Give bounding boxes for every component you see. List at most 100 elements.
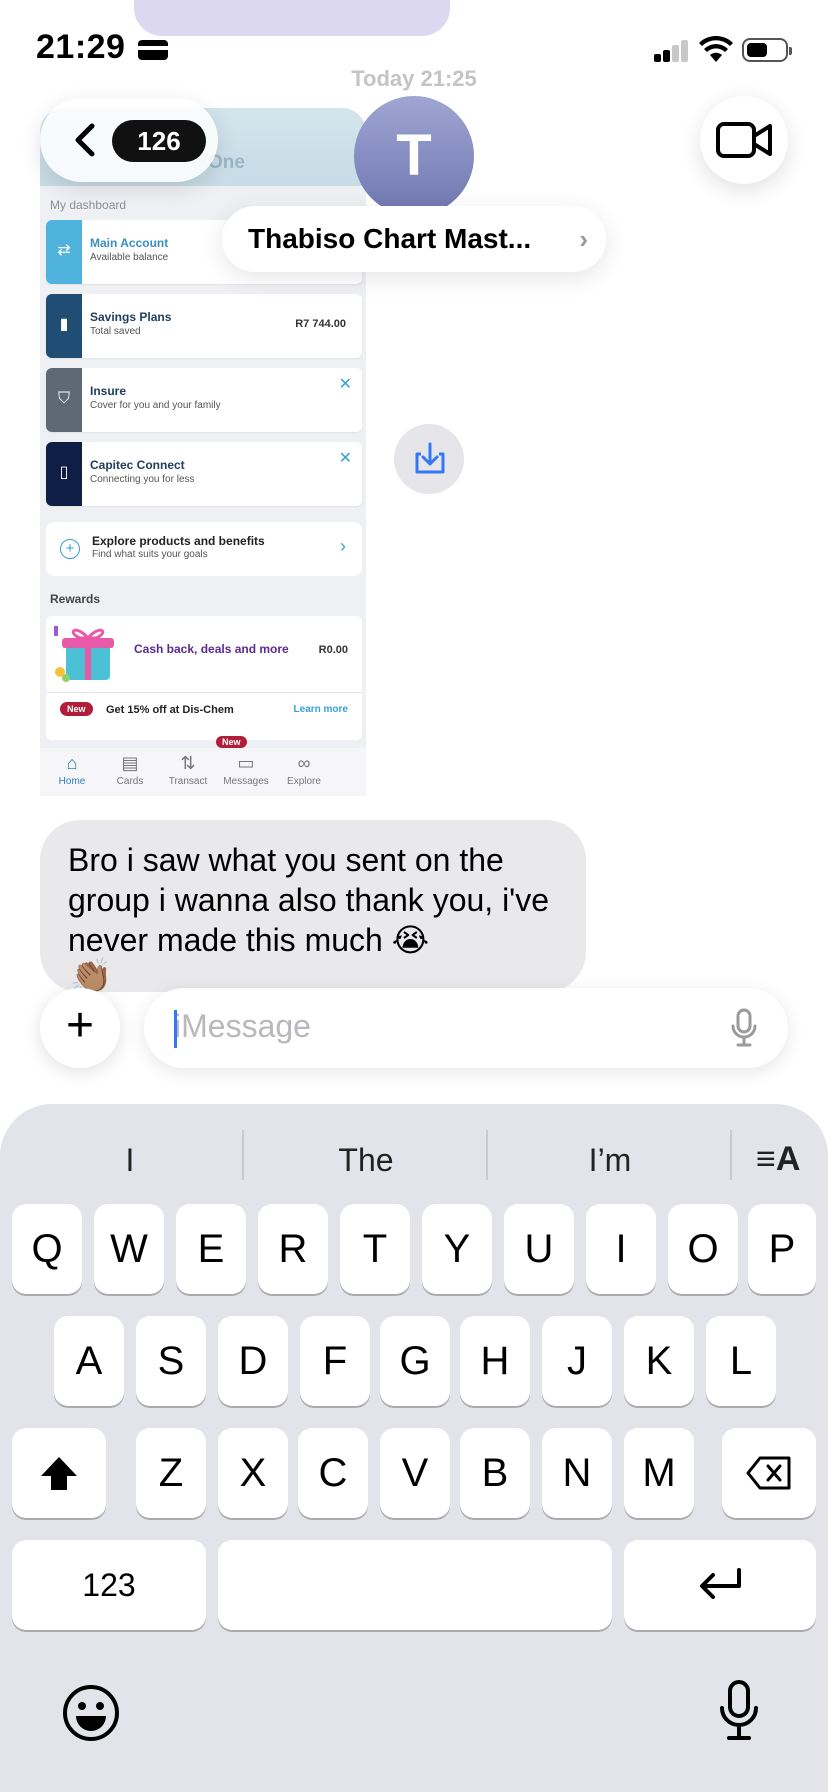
close-icon: ✕ — [338, 376, 352, 393]
shift-icon — [41, 1457, 77, 1490]
return-icon — [700, 1568, 741, 1599]
messages-icon: ▭ — [237, 753, 255, 773]
key-o[interactable]: O — [668, 1204, 738, 1294]
nav-transact: ⇅ Transact — [158, 750, 218, 787]
learn-more-link: Learn more — [293, 704, 348, 715]
key-d[interactable]: D — [218, 1316, 288, 1406]
key-z[interactable]: Z — [136, 1428, 206, 1518]
home-icon: ⌂ — [66, 753, 78, 773]
keyboard: I The I’m ≡A Q W E R T Y U I O P A S D F… — [0, 1104, 828, 1792]
sim-icon: ▯ — [59, 464, 69, 481]
wifi-icon — [699, 36, 733, 62]
back-button[interactable]: 126 — [40, 98, 218, 182]
nav-cards: ▤ Cards — [100, 750, 160, 787]
new-badge: New — [60, 702, 93, 716]
save-image-button[interactable] — [394, 424, 464, 494]
card-capitec-connect: ▯ Capitec Connect Connecting you for les… — [46, 442, 362, 506]
key-v[interactable]: V — [380, 1428, 450, 1518]
delete-backspace-icon — [746, 1456, 791, 1490]
card-subtitle: Available balance — [90, 252, 169, 263]
reward-title: Cash back, deals and more — [134, 642, 289, 656]
battery-icon — [742, 38, 792, 62]
suggestion-2[interactable]: The — [244, 1130, 488, 1190]
download-icon — [415, 442, 445, 474]
contact-name-button[interactable]: Thabiso Chart Mast... › — [222, 206, 606, 272]
chevron-right-icon: › — [579, 224, 588, 254]
reward-card: Cash back, deals and more R0.00 New Get … — [46, 616, 362, 740]
card-value: R7 744.00 — [295, 318, 346, 330]
space-key[interactable] — [218, 1540, 612, 1630]
card-icon: ▤ — [121, 753, 139, 773]
explore-title: Explore products and benefits — [92, 534, 265, 548]
transact-icon: ⇅ — [180, 753, 196, 773]
key-y[interactable]: Y — [422, 1204, 492, 1294]
gift-icon — [54, 626, 114, 682]
numbers-key[interactable]: 123 — [12, 1540, 206, 1630]
imessage-input[interactable]: iMessage — [144, 988, 788, 1068]
key-i[interactable]: I — [586, 1204, 656, 1294]
message-text: Bro i saw what you sent on the group i w… — [68, 842, 550, 958]
text-format-icon[interactable]: ≡A — [756, 1140, 800, 1179]
contact-name: Thabiso Chart Mast... — [248, 223, 532, 254]
video-camera-icon — [716, 122, 772, 158]
message-timestamp: Today 21:25 — [351, 66, 477, 91]
wallet-card-icon — [138, 40, 168, 60]
promo-text: Get 15% off at Dis-Chem — [106, 704, 234, 716]
delete-key[interactable] — [722, 1428, 816, 1518]
card-savings-plans: ▮ Savings Plans Total saved R7 744.00 — [46, 294, 362, 358]
dictation-mic-icon[interactable] — [730, 1008, 758, 1048]
facetime-video-button[interactable] — [700, 96, 788, 184]
text-cursor — [174, 1010, 177, 1048]
rewards-label: Rewards — [50, 592, 101, 606]
close-icon: ✕ — [338, 450, 352, 467]
key-s[interactable]: S — [136, 1316, 206, 1406]
binoculars-icon: ∞ — [297, 753, 311, 773]
nav-home: ⌂ Home — [42, 750, 102, 787]
key-k[interactable]: K — [624, 1316, 694, 1406]
key-j[interactable]: J — [542, 1316, 612, 1406]
card-title: Savings Plans — [90, 310, 172, 324]
attachment-bottom-nav: ⌂ Home ▤ Cards ⇅ Transact New ▭ Messages… — [40, 736, 366, 796]
explore-subtitle: Find what suits your goals — [92, 549, 208, 560]
key-r[interactable]: R — [258, 1204, 328, 1294]
key-u[interactable]: U — [504, 1204, 574, 1294]
incoming-message-bubble[interactable]: Bro i saw what you sent on the group i w… — [40, 820, 586, 992]
card-title: Insure — [90, 384, 127, 398]
key-b[interactable]: B — [460, 1428, 530, 1518]
key-p[interactable]: P — [748, 1204, 816, 1294]
key-l[interactable]: L — [706, 1316, 776, 1406]
unread-count-badge: 126 — [112, 120, 206, 162]
apps-plus-button[interactable]: + — [40, 988, 120, 1068]
input-placeholder: iMessage — [174, 1008, 311, 1044]
transfer-icon: ⇄ — [57, 242, 71, 259]
card-subtitle: Cover for you and your family — [90, 400, 221, 411]
return-key[interactable] — [624, 1540, 816, 1630]
key-a[interactable]: A — [54, 1316, 124, 1406]
key-f[interactable]: F — [300, 1316, 370, 1406]
shield-icon: ⛉ — [57, 390, 70, 407]
key-h[interactable]: H — [460, 1316, 530, 1406]
card-subtitle: Connecting you for less — [90, 474, 195, 485]
key-q[interactable]: Q — [12, 1204, 82, 1294]
key-e[interactable]: E — [176, 1204, 246, 1294]
shift-key[interactable] — [12, 1428, 106, 1518]
suggestion-1[interactable]: I — [20, 1130, 240, 1190]
key-c[interactable]: C — [298, 1428, 368, 1518]
divider — [46, 692, 362, 693]
reward-value: R0.00 — [318, 644, 348, 656]
contact-avatar[interactable]: T — [354, 96, 474, 216]
card-title: Main Account — [90, 236, 169, 250]
key-t[interactable]: T — [340, 1204, 410, 1294]
suggestion-3[interactable]: I’m — [488, 1130, 732, 1190]
card-insure: ⛉ Insure Cover for you and your family ✕ — [46, 368, 362, 432]
key-g[interactable]: G — [380, 1316, 450, 1406]
status-time: 21:29 — [36, 28, 126, 66]
key-x[interactable]: X — [218, 1428, 288, 1518]
key-w[interactable]: W — [94, 1204, 164, 1294]
nav-new-badge: New — [216, 736, 247, 748]
key-n[interactable]: N — [542, 1428, 612, 1518]
key-m[interactable]: M — [624, 1428, 694, 1518]
dictation-mic-icon[interactable] — [718, 1680, 760, 1742]
divider — [730, 1130, 732, 1180]
emoji-keyboard-icon[interactable] — [62, 1684, 120, 1742]
